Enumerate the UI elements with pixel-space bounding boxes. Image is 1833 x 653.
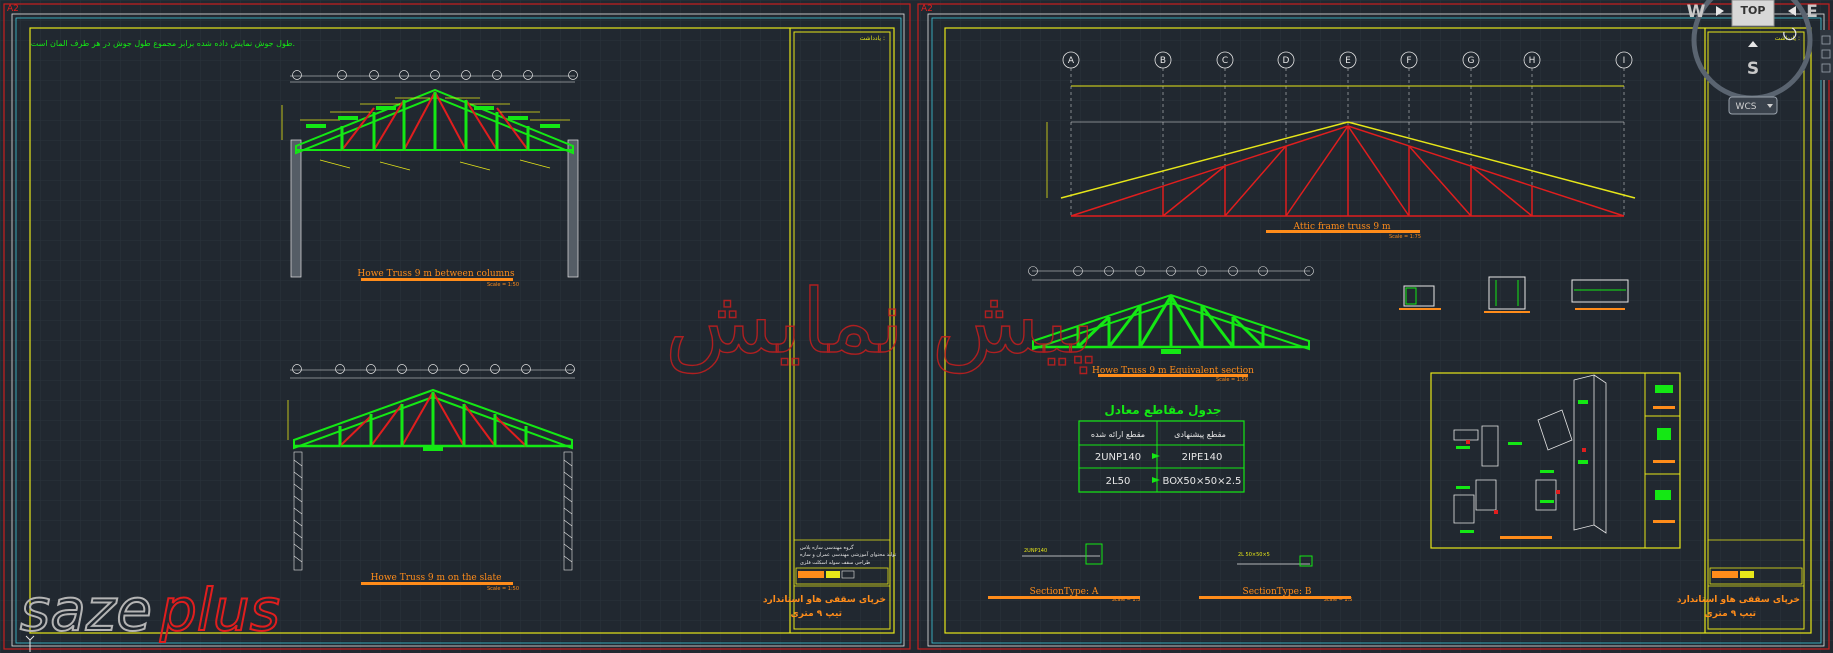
left-tb-company-1: گروه مهندسی سازه پلاس (800, 544, 854, 551)
cad-drawing-canvas[interactable]: A2 طول جوش نمایش داده شده برابر مجموع طو… (0, 0, 1833, 653)
left-tb-main-title: خرپای سقفی هاو استاندارد (763, 595, 886, 605)
frame-scale: Scale = 1:75 (1389, 234, 1421, 240)
left-tb-company-2: تولید محتوای آموزشی مهندسی عمران و سازه (800, 551, 897, 558)
truss-bottom-scale: Scale = 1:50 (487, 586, 519, 592)
grid-label-g: G (1468, 56, 1475, 66)
grid-label-a: A (1068, 56, 1075, 66)
grid-label-d: D (1283, 56, 1290, 66)
table-cell-r2-provided: 2L50 (1106, 476, 1131, 487)
right-sheet-tag: A2 (921, 4, 933, 14)
logo-part-2: plus (159, 576, 280, 644)
table-header-provided: مقطع ارائه شده (1091, 430, 1145, 439)
left-tb-heading: یادداشت : (860, 35, 885, 42)
grid-label-i: I (1623, 56, 1626, 66)
viewcube-east-label[interactable]: E (1806, 2, 1818, 22)
grid-label-e: E (1345, 56, 1351, 66)
truss-bottom-title: Howe Truss 9 m on the slate (371, 573, 502, 583)
table-cell-r1-proposed: 2IPE140 (1182, 452, 1223, 463)
viewcube-top-label: TOP (1741, 4, 1766, 17)
table-cell-r1-provided: 2UNP140 (1095, 452, 1141, 463)
grid-label-b: B (1160, 56, 1166, 66)
viewcube-west-label[interactable]: W (1687, 2, 1706, 22)
right-tb-main-title: خرپای سقفی هاو استاندارد (1677, 595, 1800, 605)
table-cell-r2-proposed: BOX50×50×2.5 (1163, 476, 1242, 487)
wcs-label: WCS (1736, 102, 1757, 112)
left-tb-project: طراحی سقف سوله اسکلت فلزی (800, 560, 870, 566)
navbar-strip[interactable] (1820, 30, 1833, 80)
left-sheet-tag: A2 (7, 4, 19, 14)
left-note: طول جوش نمایش داده شده برابر مجموع طول ج… (31, 39, 295, 48)
equiv-scale: Scale = 1:50 (1216, 377, 1248, 383)
sazeplus-logo: saze plus (19, 575, 281, 645)
logo-part-1: saze (20, 576, 152, 644)
grid-label-h: H (1529, 56, 1536, 66)
grid-label-c: C (1222, 56, 1228, 66)
section-a-title: SectionType: A (1030, 587, 1099, 597)
section-b-caption: 2L 50×50×5 (1238, 552, 1270, 558)
section-a-caption: 2UNP140 (1024, 548, 1047, 554)
section-a-scale: Scale = 1:5 (1112, 597, 1141, 603)
grid-label-f: F (1406, 56, 1411, 66)
preview-watermark: پیش نمایش (665, 270, 1095, 374)
viewcube-south-label[interactable]: S (1747, 59, 1759, 79)
section-b-title: SectionType: B (1243, 587, 1312, 597)
right-tb-sub-title: تیپ ۹ متری (1705, 609, 1756, 619)
table-title: جدول مقاطع معادل (1104, 403, 1221, 418)
truss-top-scale: Scale = 1:50 (487, 282, 519, 288)
left-tb-sub-title: تیپ ۹ متری (791, 609, 842, 619)
section-b-scale: Scale = 1:5 (1324, 597, 1353, 603)
table-header-proposed: مقطع پیشنهادی (1174, 430, 1226, 439)
truss-top-title: Howe Truss 9 m between columns (357, 269, 515, 279)
